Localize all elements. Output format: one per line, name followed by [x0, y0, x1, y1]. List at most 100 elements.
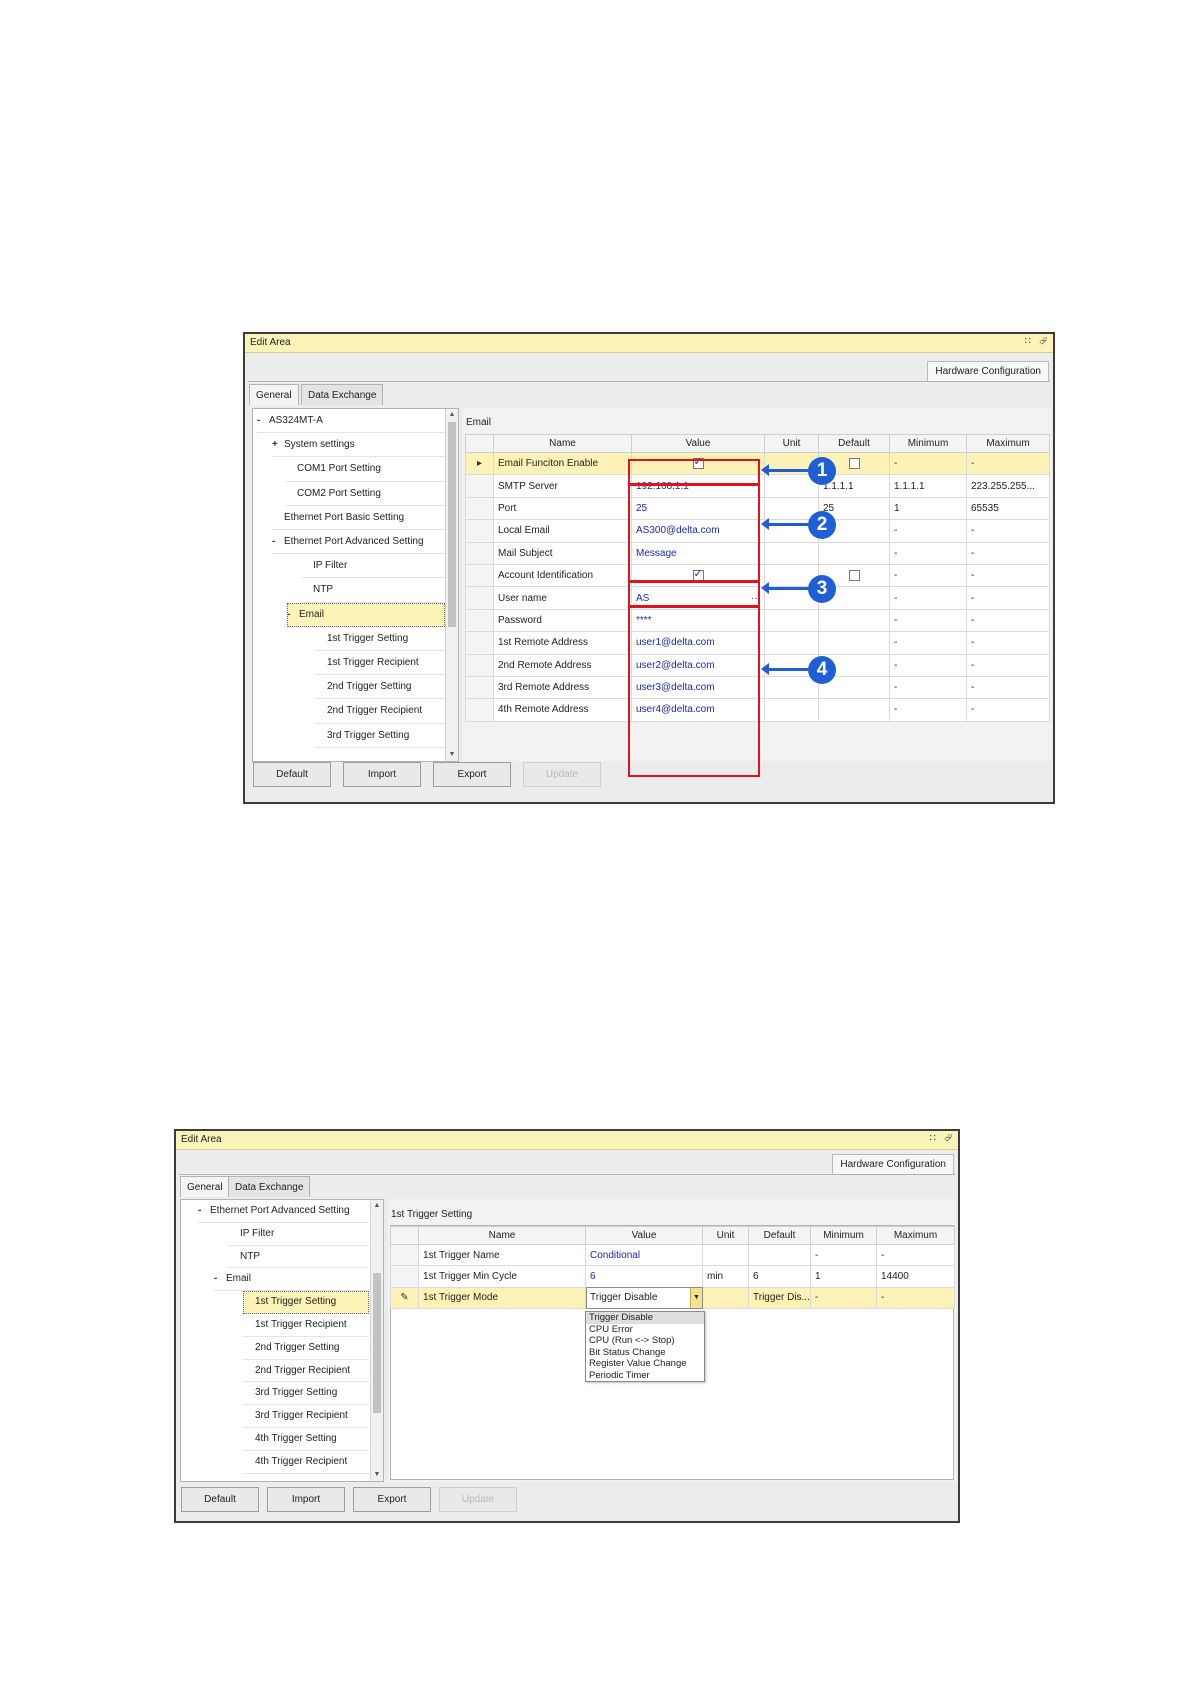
tree-item[interactable]: 1st Trigger Setting — [243, 1291, 369, 1314]
tree-item[interactable]: 1st Trigger Recipient — [243, 1314, 369, 1337]
cell-unit: min — [702, 1265, 749, 1288]
tree-item[interactable]: NTP — [301, 578, 445, 603]
scroll-up-icon[interactable]: ▲ — [446, 409, 458, 421]
tree-item[interactable]: 2nd Trigger Recipient — [243, 1360, 369, 1383]
cell-default — [818, 608, 890, 633]
tree-item[interactable]: 1st Trigger Recipient — [315, 651, 445, 676]
dropdown-option[interactable]: CPU (Run <-> Stop) — [586, 1335, 704, 1347]
cell-value[interactable]: Conditional — [585, 1243, 703, 1267]
tab-label: General — [256, 390, 292, 401]
import-button[interactable]: Import — [343, 762, 421, 787]
expand-icon[interactable]: + — [272, 433, 284, 457]
settings-tree: 3rd Trigger Setting 2nd Trigger Recipient… — [252, 408, 459, 762]
cell-name: User name — [493, 586, 632, 610]
tree-item[interactable]: COM1 Port Setting — [285, 457, 445, 482]
default-button[interactable]: Default — [181, 1487, 259, 1512]
tree-item[interactable]: 2nd Trigger Recipient — [315, 699, 445, 724]
cell-maximum-text: - — [971, 682, 975, 694]
cell-maximum: - — [966, 586, 1050, 610]
button-label: Export — [377, 1494, 407, 1505]
tab-general[interactable]: General — [249, 384, 299, 405]
tree-item[interactable]: 4th Trigger Setting — [243, 1428, 369, 1451]
row-indicator-text: ✎ — [400, 1292, 409, 1304]
header-maximum: Maximum — [876, 1226, 955, 1245]
tab-general[interactable]: General — [180, 1176, 230, 1197]
scroll-down-icon[interactable]: ▼ — [446, 749, 458, 761]
tree-item-label: COM2 Port Setting — [297, 487, 381, 499]
cell-default — [818, 698, 890, 722]
tree-item[interactable]: 4th Trigger Recipient — [243, 1451, 369, 1474]
tree-scrollbar[interactable]: ▲ ▼ — [370, 1200, 383, 1481]
collapse-icon[interactable]: - — [198, 1200, 210, 1223]
export-button[interactable]: Export — [353, 1487, 431, 1512]
dropdown-option[interactable]: Trigger Disable — [586, 1312, 704, 1324]
dropdown-option[interactable]: Register Value Change — [586, 1358, 704, 1370]
cell-minimum-text: - — [894, 458, 898, 470]
scroll-thumb[interactable] — [373, 1273, 381, 1413]
cell-minimum: - — [889, 451, 967, 476]
update-button[interactable]: Update — [439, 1487, 517, 1512]
export-button[interactable]: Export — [433, 762, 511, 787]
tab-hardware-configuration[interactable]: Hardware Configuration — [832, 1154, 954, 1174]
cell-maximum-text: - — [971, 525, 975, 537]
tree-item[interactable]: 2nd Trigger Setting — [315, 675, 445, 700]
pin-icon[interactable]: ∷ — [1025, 336, 1031, 347]
tree-item[interactable]: 3rd Trigger Setting — [243, 1382, 369, 1406]
tree-item[interactable]: - Email — [287, 602, 445, 627]
collapse-icon[interactable]: - — [287, 603, 299, 627]
cell-minimum-text: - — [815, 1249, 819, 1261]
tab-data-exchange[interactable]: Data Exchange — [228, 1176, 311, 1197]
collapse-icon[interactable]: - — [257, 409, 269, 433]
tree-item[interactable]: Ethernet Port Basic Setting — [272, 506, 445, 530]
table-row[interactable]: 1st Trigger Name Conditional - - — [390, 1243, 955, 1267]
tree-item[interactable]: - Email — [214, 1268, 369, 1292]
tree-item[interactable]: - Ethernet Port Advanced Setting — [198, 1200, 369, 1223]
tree-item[interactable]: - AS324MT-A — [257, 409, 445, 434]
pin-icon[interactable]: ∷ — [930, 1133, 936, 1144]
float-icon[interactable]: ⮰ — [1039, 336, 1047, 347]
import-button[interactable]: Import — [267, 1487, 345, 1512]
tree-item-label: 4th Trigger Setting — [255, 1433, 337, 1444]
cell-maximum: - — [876, 1286, 955, 1310]
cell-value[interactable]: Trigger Disable ▼ — [585, 1286, 703, 1310]
header-name: Name — [418, 1226, 586, 1245]
header-name: Name — [493, 434, 632, 453]
divider — [248, 381, 1050, 382]
scroll-thumb[interactable] — [448, 422, 456, 627]
default-button[interactable]: Default — [253, 762, 331, 787]
tab-hardware-configuration[interactable]: Hardware Configuration — [927, 361, 1049, 381]
tree-item[interactable]: 1st Trigger Setting — [315, 627, 445, 651]
collapse-icon[interactable]: - — [214, 1268, 226, 1291]
cell-name-text: Email Funciton Enable — [498, 458, 599, 470]
cell-value-text: Conditional — [590, 1249, 641, 1261]
row-indicator — [465, 608, 494, 633]
float-icon[interactable]: ⮰ — [944, 1133, 952, 1144]
scroll-down-icon[interactable]: ▼ — [371, 1469, 383, 1481]
table-row[interactable]: ✎ 1st Trigger Mode Trigger Disable ▼ Trigger… — [390, 1286, 955, 1310]
scroll-up-icon[interactable]: ▲ — [371, 1200, 383, 1212]
cell-name-text: Port — [498, 502, 517, 514]
dropdown-option[interactable]: Bit Status Change — [586, 1347, 704, 1359]
tree-item[interactable]: NTP — [228, 1246, 369, 1269]
dropdown-option[interactable]: CPU Error — [586, 1324, 704, 1336]
chevron-down-icon[interactable]: ▼ — [690, 1288, 702, 1308]
tree-item[interactable]: - Ethernet Port Advanced Setting — [272, 530, 445, 555]
update-button[interactable]: Update — [523, 762, 601, 787]
tree-item[interactable]: 2nd Trigger Setting — [243, 1337, 369, 1360]
highlight-box-2 — [628, 484, 760, 582]
collapse-icon[interactable]: - — [272, 530, 284, 554]
trigger-mode-dropdown-list[interactable]: Trigger Disable CPU Error CPU (Run <-> Sto… — [585, 1311, 705, 1382]
header-minimum: Minimum — [810, 1226, 877, 1245]
dropdown-option[interactable]: Periodic Timer — [586, 1370, 704, 1382]
tab-data-exchange[interactable]: Data Exchange — [301, 384, 384, 405]
table-row[interactable]: 1st Trigger Min Cycle 6 min 6 1 14400 — [390, 1265, 955, 1288]
tree-item[interactable]: IP Filter — [301, 554, 445, 579]
tree-item[interactable]: 3rd Trigger Recipient — [243, 1405, 369, 1428]
tree-scrollbar[interactable]: ▲ ▼ — [445, 409, 458, 761]
cell-name: 1st Trigger Mode — [418, 1286, 586, 1310]
tree-item[interactable]: COM2 Port Setting — [285, 482, 445, 506]
tree-item[interactable]: + System settings — [272, 433, 445, 458]
cell-value[interactable]: 6 — [585, 1265, 703, 1288]
tree-item[interactable]: IP Filter — [228, 1223, 369, 1246]
tree-item[interactable]: 3rd Trigger Setting — [315, 724, 445, 748]
